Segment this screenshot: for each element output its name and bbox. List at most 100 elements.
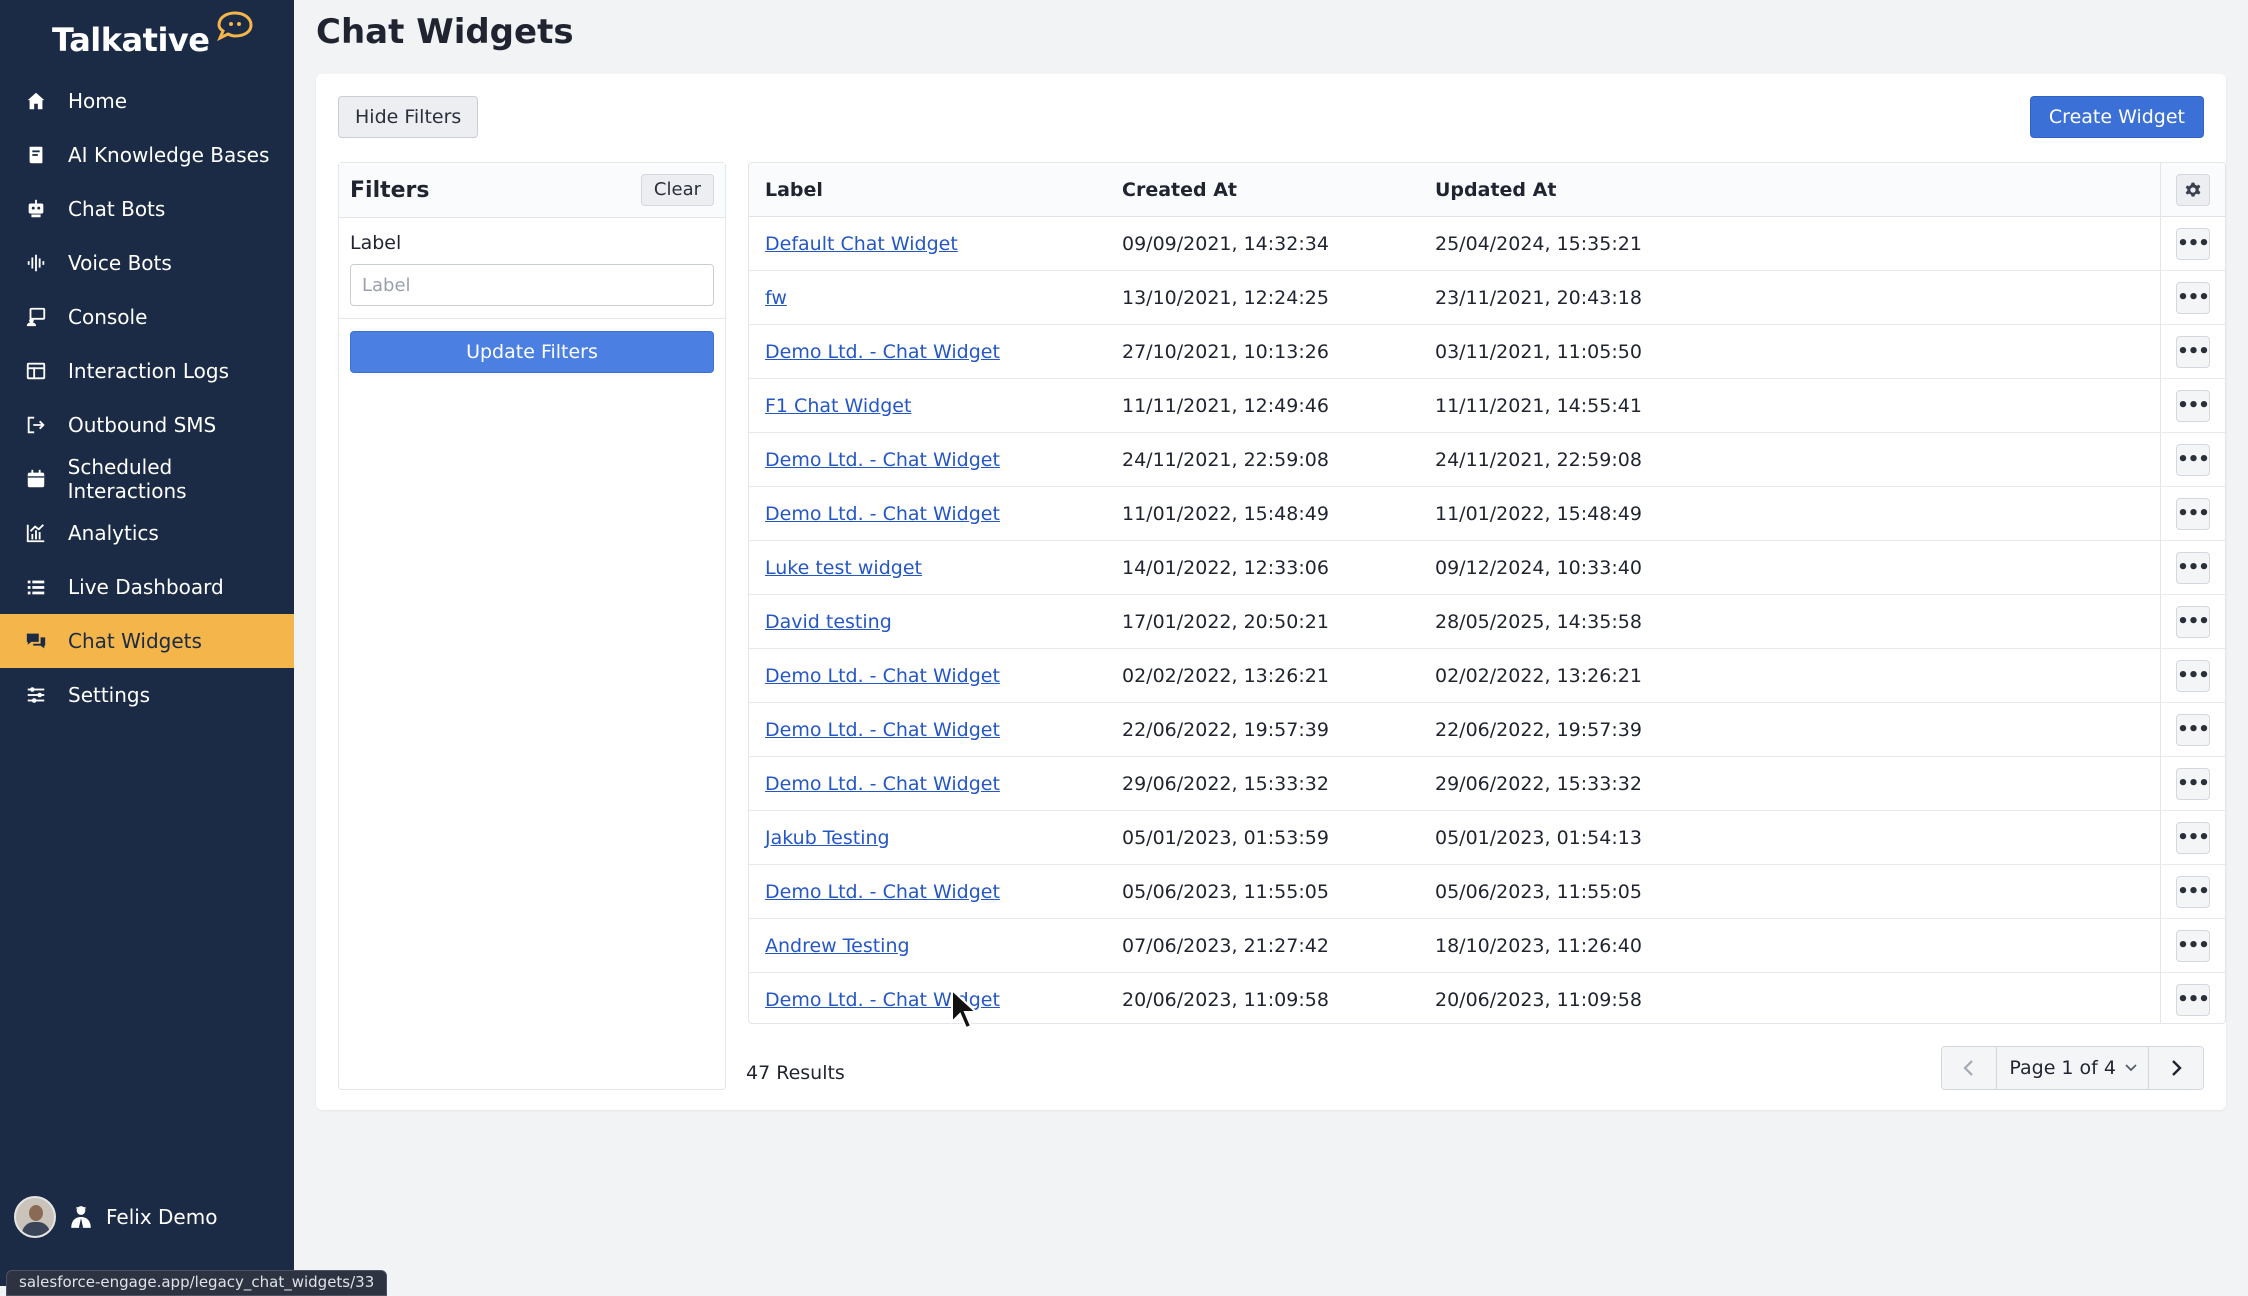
widget-link[interactable]: Demo Ltd. - Chat Widget xyxy=(765,989,1000,1011)
table-row: fw 13/10/2021, 12:24:25 23/11/2021, 20:43:… xyxy=(749,270,2225,325)
updated-at-cell: 20/06/2023, 11:09:58 xyxy=(1435,988,1642,1011)
created-at-cell: 11/11/2021, 12:49:46 xyxy=(1106,378,1419,433)
clear-filters-button[interactable]: Clear xyxy=(640,174,714,206)
row-actions-button[interactable]: ••• xyxy=(2176,875,2210,908)
hide-filters-button[interactable]: Hide Filters xyxy=(338,96,479,138)
sidebar-item-label: Live Dashboard xyxy=(68,575,224,599)
sidebar-item-interaction-logs[interactable]: Interaction Logs xyxy=(0,344,294,398)
row-actions-button[interactable]: ••• xyxy=(2176,497,2210,530)
more-dots-icon: ••• xyxy=(2177,935,2210,956)
more-dots-icon: ••• xyxy=(2177,287,2210,308)
actions-cell: ••• xyxy=(2160,432,2225,487)
home-icon xyxy=(24,89,48,113)
row-actions-button[interactable]: ••• xyxy=(2176,227,2210,260)
sidebar-item-outbound-sms[interactable]: Outbound SMS xyxy=(0,398,294,452)
sidebar-item-chat-widgets[interactable]: Chat Widgets xyxy=(0,614,294,668)
created-at-cell: 02/02/2022, 13:26:21 xyxy=(1106,648,1419,703)
widget-link[interactable]: David testing xyxy=(765,611,892,633)
sidebar-item-console[interactable]: Console xyxy=(0,290,294,344)
sidebar-item-label: Interaction Logs xyxy=(68,359,230,383)
widget-link[interactable]: Demo Ltd. - Chat Widget xyxy=(765,449,1000,471)
created-at-cell: 13/10/2021, 12:24:25 xyxy=(1106,270,1419,325)
update-filters-button[interactable]: Update Filters xyxy=(350,331,714,373)
next-page-button[interactable] xyxy=(2148,1047,2203,1089)
updated-at-cell: 22/06/2022, 19:57:39 xyxy=(1419,702,2161,757)
widget-link[interactable]: Jakub Testing xyxy=(765,827,890,849)
previous-page-button[interactable] xyxy=(1942,1047,1998,1089)
widget-link[interactable]: Andrew Testing xyxy=(765,935,910,957)
column-header-updated-at[interactable]: Updated At xyxy=(1419,163,2161,217)
sidebar-item-home[interactable]: Home xyxy=(0,74,294,128)
row-actions-button[interactable]: ••• xyxy=(2176,389,2210,422)
sidebar-item-label: Home xyxy=(68,89,128,113)
row-actions-button[interactable]: ••• xyxy=(2176,335,2210,368)
sidebar-item-live-dashboard[interactable]: Live Dashboard xyxy=(0,560,294,614)
row-actions-button[interactable]: ••• xyxy=(2176,659,2210,692)
page-select[interactable]: Page 1 of 4 xyxy=(1997,1047,2148,1089)
widget-link[interactable]: Demo Ltd. - Chat Widget xyxy=(765,503,1000,525)
avatar[interactable] xyxy=(14,1196,56,1238)
widget-link[interactable]: Demo Ltd. - Chat Widget xyxy=(765,719,1000,741)
chevron-down-icon xyxy=(2125,1064,2137,1072)
user-profile[interactable]: Felix Demo xyxy=(14,1196,217,1238)
table-row: Demo Ltd. - Chat Widget 24/11/2021, 22:59… xyxy=(749,432,2225,487)
widget-link[interactable]: F1 Chat Widget xyxy=(765,395,911,417)
sidebar-item-ai-knowledge-bases[interactable]: AI Knowledge Bases xyxy=(0,128,294,182)
sidebar-item-settings[interactable]: Settings xyxy=(0,668,294,722)
sidebar-item-voice-bots[interactable]: Voice Bots xyxy=(0,236,294,290)
filters-panel: Filters Clear Label Update Filters xyxy=(338,162,726,1090)
created-at-cell: 05/06/2023, 11:55:05 xyxy=(1106,864,1419,919)
row-actions-button[interactable]: ••• xyxy=(2176,443,2210,476)
row-actions-button[interactable]: ••• xyxy=(2176,983,2210,1016)
widget-link[interactable]: Demo Ltd. - Chat Widget xyxy=(765,773,1000,795)
row-actions-button[interactable]: ••• xyxy=(2176,551,2210,584)
actions-cell: ••• xyxy=(2160,756,2225,811)
column-header-label[interactable]: Label xyxy=(749,163,1106,217)
updated-at-cell: 11/01/2022, 15:48:49 xyxy=(1419,486,2161,541)
widget-link[interactable]: Demo Ltd. - Chat Widget xyxy=(765,881,1000,903)
talkative-logo[interactable]: Talkative xyxy=(52,11,255,66)
more-dots-icon: ••• xyxy=(2177,827,2210,848)
sidebar-item-label: Chat Widgets xyxy=(68,629,202,653)
widget-link[interactable]: Luke test widget xyxy=(765,557,922,579)
updated-at-cell: 11/11/2021, 14:55:41 xyxy=(1419,378,2161,433)
more-dots-icon: ••• xyxy=(2177,557,2210,578)
row-actions-button[interactable]: ••• xyxy=(2176,767,2210,800)
label-cell: David testing xyxy=(749,594,1106,649)
row-actions-button[interactable]: ••• xyxy=(2176,821,2210,854)
label-cell: Demo Ltd. - Chat Widget xyxy=(749,486,1106,541)
label-cell: Demo Ltd. - Chat Widget xyxy=(749,973,1106,1024)
chart-icon xyxy=(24,521,48,545)
label-filter-input[interactable] xyxy=(350,264,714,306)
sidebar-item-analytics[interactable]: Analytics xyxy=(0,506,294,560)
main-card: Hide Filters Create Widget Filters Clear… xyxy=(316,74,2226,1110)
sidebar-item-label: Settings xyxy=(68,683,151,707)
created-at-cell: 09/09/2021, 14:32:34 xyxy=(1106,216,1419,271)
row-actions-button[interactable]: ••• xyxy=(2176,929,2210,962)
page-title: Chat Widgets xyxy=(316,12,574,52)
table-row: Demo Ltd. - Chat Widget 29/06/2022, 15:33… xyxy=(749,756,2225,811)
sidebar: Talkative Home AI Knowledge Bases Chat Bot… xyxy=(0,0,388,1296)
sidebar-item-chat-bots[interactable]: Chat Bots xyxy=(0,182,294,236)
row-actions-button[interactable]: ••• xyxy=(2176,713,2210,746)
row-actions-button[interactable]: ••• xyxy=(2176,605,2210,638)
widget-link[interactable]: Default Chat Widget xyxy=(765,233,958,255)
widget-link[interactable]: Demo Ltd. - Chat Widget xyxy=(765,665,1000,687)
column-header-created-at[interactable]: Created At xyxy=(1106,163,1419,217)
more-dots-icon: ••• xyxy=(2177,773,2210,794)
label-filter: Label xyxy=(339,218,725,319)
actions-cell: ••• xyxy=(2160,216,2225,271)
row-actions-button[interactable]: ••• xyxy=(2176,281,2210,314)
actions-cell: ••• xyxy=(2160,864,2225,919)
more-dots-icon: ••• xyxy=(2177,503,2210,524)
created-at-cell: 27/10/2021, 10:13:26 xyxy=(1106,324,1419,379)
widget-link[interactable]: fw xyxy=(765,287,787,309)
create-widget-button[interactable]: Create Widget xyxy=(2029,96,2204,138)
pagination: Page 1 of 4 xyxy=(1941,1046,2204,1090)
table-row: Demo Ltd. - Chat Widget 22/06/2022, 19:57… xyxy=(749,702,2225,757)
sidebar-item-scheduled-interactions[interactable]: Scheduled Interactions xyxy=(0,452,294,506)
table-settings-cell xyxy=(2160,163,2225,217)
table-settings-button[interactable] xyxy=(2176,173,2210,206)
table-row: Demo Ltd. - Chat Widget 27/10/2021, 10:13… xyxy=(749,324,2225,379)
widget-link[interactable]: Demo Ltd. - Chat Widget xyxy=(765,341,1000,363)
